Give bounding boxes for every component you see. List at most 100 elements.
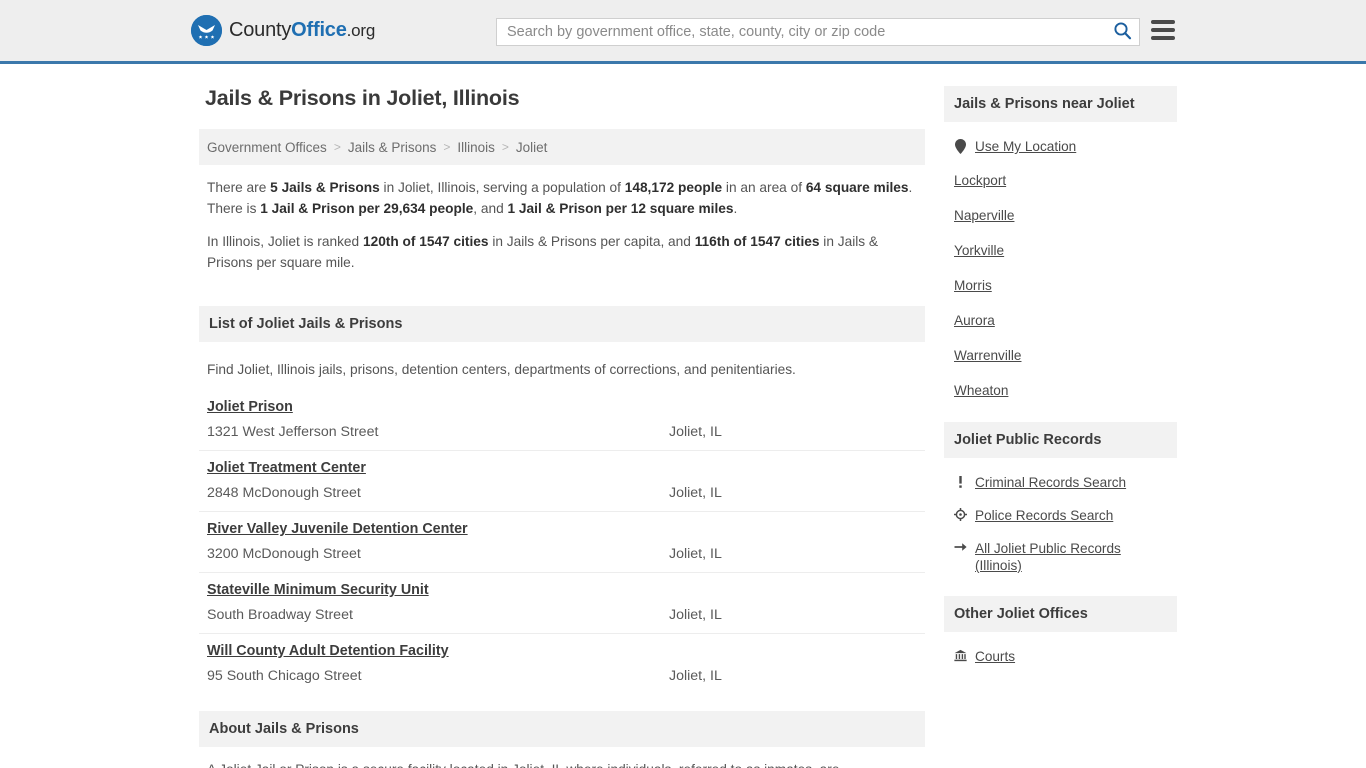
nearby-city-row[interactable]: Yorkville [954,233,1169,268]
nearby-city-link-yorkville[interactable]: Yorkville [954,242,1004,259]
map-pin-icon [954,138,967,154]
search-input[interactable] [497,19,1105,45]
site-header: CountyOffice.org [0,0,1366,64]
facility-name-link[interactable]: Joliet Treatment Center [207,460,366,476]
all-public-records-row[interactable]: All Joliet Public Records (Illinois) [954,532,1169,582]
nearby-city-link-naperville[interactable]: Naperville [954,207,1014,224]
nearby-city-link-wheaton[interactable]: Wheaton [954,382,1008,399]
facility-address: 3200 McDonough Street [207,546,361,562]
courts-row[interactable]: Courts [954,640,1169,673]
facility-item: Will County Adult Detention Facility 95 … [199,634,925,694]
breadcrumb-separator: > [443,140,451,154]
sidebar-public-records-header: Joliet Public Records [944,422,1177,458]
sidebar-other-offices-header: Other Joliet Offices [944,596,1177,632]
nearby-city-row[interactable]: Morris [954,268,1169,303]
logo-text-org: .org [346,21,376,40]
facility-name-link[interactable]: River Valley Juvenile Detention Center [207,521,468,537]
stats-rank-capita: 120th of 1547 cities [362,234,489,249]
breadcrumb-separator: > [501,140,509,154]
sidebar-nearby-block: Jails & Prisons near Joliet Use My Locat… [944,86,1177,418]
nearby-city-row[interactable]: Wheaton [954,373,1169,408]
facility-city: Joliet, IL [669,485,722,501]
nearby-city-link-aurora[interactable]: Aurora [954,312,995,329]
stats-text: In Illinois, Joliet is ranked [207,234,363,249]
sidebar-other-offices-links: Courts [944,632,1177,683]
facility-address: South Broadway Street [207,607,353,623]
facility-name-link[interactable]: Joliet Prison [207,399,293,415]
sidebar-public-records-links: Criminal Records Search Police Records S… [944,458,1177,592]
page-title: Jails & Prisons in Joliet, Illinois [205,86,520,110]
list-section-header: List of Joliet Jails & Prisons [199,306,925,342]
crosshair-icon [954,507,967,521]
sidebar-other-offices-title: Other Joliet Offices [954,606,1088,622]
courts-link[interactable]: Courts [975,648,1015,665]
use-my-location-link[interactable]: Use My Location [975,138,1076,155]
hamburger-menu-icon[interactable] [1151,20,1175,40]
facility-item: Stateville Minimum Security Unit South B… [199,573,925,634]
stats-text: , and [473,201,508,216]
hamburger-bar [1151,28,1175,32]
nearby-city-link-morris[interactable]: Morris [954,277,992,294]
stats-text: in an area of [722,180,806,195]
criminal-records-search-link[interactable]: Criminal Records Search [975,474,1126,491]
use-my-location-row[interactable]: Use My Location [954,130,1169,163]
courthouse-icon [954,648,967,662]
stats-text: There are [207,180,271,195]
stats-per-area: 1 Jail & Prison per 12 square miles [507,201,734,216]
criminal-records-row[interactable]: Criminal Records Search [954,466,1169,499]
facility-address: 2848 McDonough Street [207,485,361,501]
facility-item: Joliet Prison 1321 West Jefferson Street… [199,390,925,451]
all-public-records-link[interactable]: All Joliet Public Records (Illinois) [975,540,1169,574]
police-records-row[interactable]: Police Records Search [954,499,1169,532]
facility-city: Joliet, IL [669,546,722,562]
nearby-city-row[interactable]: Lockport [954,163,1169,198]
search-bar[interactable] [496,18,1140,46]
stats-rank-area: 116th of 1547 cities [694,234,820,249]
facility-city: Joliet, IL [669,607,722,623]
breadcrumb-separator: > [333,140,341,154]
facility-details: 3200 McDonough Street Joliet, IL [207,546,917,562]
nearby-city-row[interactable]: Warrenville [954,338,1169,373]
sidebar-nearby-links: Use My Location Lockport Naperville York… [944,122,1177,418]
list-section-title: List of Joliet Jails & Prisons [209,316,403,332]
site-logo-text: CountyOffice.org [229,19,375,42]
breadcrumb-item-jails-prisons[interactable]: Jails & Prisons [348,140,437,155]
sidebar-public-records-block: Joliet Public Records Criminal Records S… [944,422,1177,592]
hamburger-bar [1151,36,1175,40]
eagle-stars-logo-icon [191,15,222,46]
facility-name-link[interactable]: Will County Adult Detention Facility [207,643,449,659]
sidebar-other-offices-block: Other Joliet Offices Courts [944,596,1177,683]
search-button[interactable] [1105,19,1139,45]
about-section-body: A Joliet Jail or Prison is a secure faci… [199,747,925,768]
facility-details: 2848 McDonough Street Joliet, IL [207,485,917,501]
breadcrumb-item-government-offices[interactable]: Government Offices [207,140,327,155]
breadcrumb-item-joliet[interactable]: Joliet [516,140,548,155]
logo-text-county: County [229,19,292,41]
stats-count: 5 Jails & Prisons [270,180,380,195]
exclamation-icon [954,474,967,489]
nearby-city-link-lockport[interactable]: Lockport [954,172,1006,189]
facility-address: 95 South Chicago Street [207,668,362,684]
stats-per-capita: 1 Jail & Prison per 29,634 people [260,201,474,216]
stats-text: . [733,201,738,216]
about-section-title: About Jails & Prisons [209,721,359,737]
facility-address: 1321 West Jefferson Street [207,424,379,440]
facility-details: 95 South Chicago Street Joliet, IL [207,668,917,684]
nearby-city-row[interactable]: Naperville [954,198,1169,233]
police-records-search-link[interactable]: Police Records Search [975,507,1113,524]
page-body: Jails & Prisons in Joliet, Illinois Gove… [0,64,1366,768]
nearby-city-link-warrenville[interactable]: Warrenville [954,347,1021,364]
arrow-right-icon [954,540,967,553]
hamburger-bar [1151,20,1175,24]
sidebar-nearby-header: Jails & Prisons near Joliet [944,86,1177,122]
facility-name-link[interactable]: Stateville Minimum Security Unit [207,582,429,598]
nearby-city-row[interactable]: Aurora [954,303,1169,338]
facility-list: Joliet Prison 1321 West Jefferson Street… [199,390,925,694]
breadcrumb-item-illinois[interactable]: Illinois [457,140,495,155]
sidebar-nearby-title: Jails & Prisons near Joliet [954,96,1135,112]
facility-city: Joliet, IL [669,424,722,440]
site-logo[interactable]: CountyOffice.org [191,15,375,46]
facility-city: Joliet, IL [669,668,722,684]
